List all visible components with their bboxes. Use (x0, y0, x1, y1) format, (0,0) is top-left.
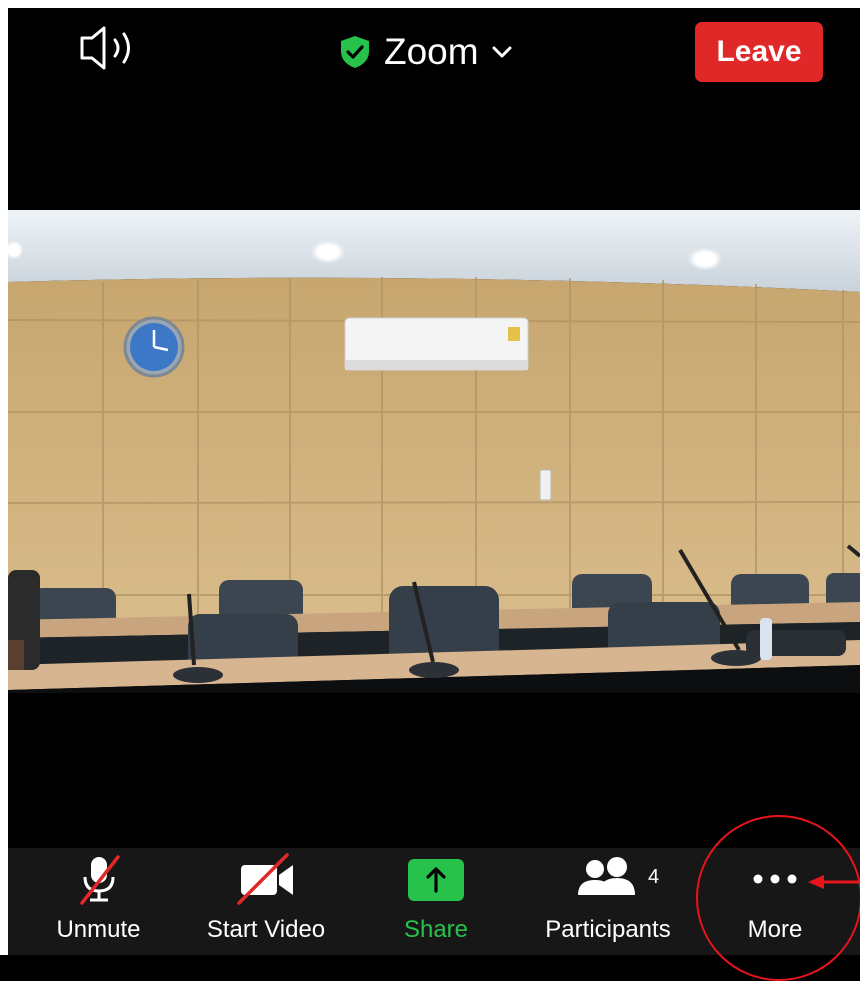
start-video-button[interactable]: Start Video (196, 848, 336, 955)
speaker-button[interactable] (72, 20, 142, 76)
meeting-title-dropdown[interactable]: Zoom (338, 28, 513, 76)
share-screen-icon (408, 859, 464, 901)
more-dots-icon (753, 874, 797, 884)
start-video-label: Start Video (206, 916, 326, 943)
annotation-arrow (808, 875, 860, 889)
video-feed (8, 210, 860, 693)
more-label: More (747, 916, 803, 943)
video-off-icon (237, 853, 293, 905)
participants-count-badge: 4 (648, 866, 660, 888)
participants-label: Participants (545, 916, 671, 943)
share-label: Share (403, 916, 469, 943)
unmute-label: Unmute (56, 916, 141, 943)
share-button[interactable]: Share (396, 848, 476, 955)
participants-button[interactable]: Participants (533, 848, 683, 955)
shield-check-icon (341, 36, 369, 68)
microphone-muted-icon (79, 855, 120, 905)
unmute-button[interactable]: Unmute (51, 848, 146, 955)
chevron-down-icon (492, 46, 512, 58)
meeting-toolbar: Unmute Start Video Share Participants Mo… (8, 848, 860, 955)
leave-button[interactable]: Leave (695, 22, 823, 82)
meeting-title: Zoom (384, 31, 479, 72)
speaker-icon (80, 26, 130, 70)
participants-icon (578, 857, 635, 895)
more-button[interactable]: More (735, 848, 815, 955)
